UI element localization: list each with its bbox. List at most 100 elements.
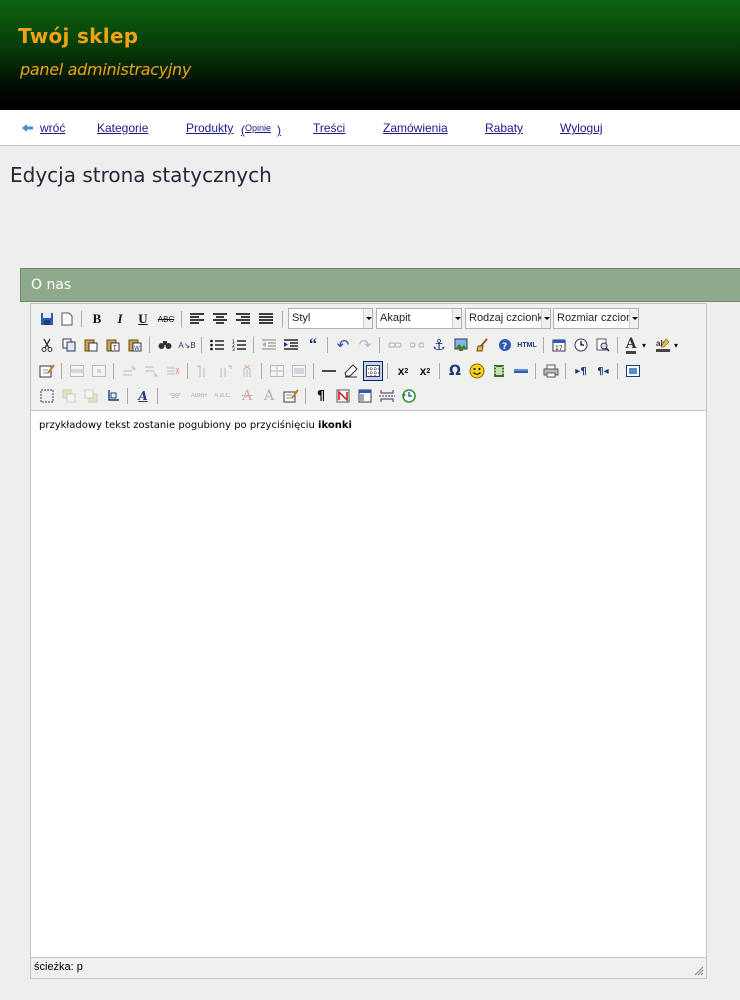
horizontal-rule-icon[interactable] <box>319 361 339 381</box>
paste-icon[interactable] <box>81 335 101 355</box>
align-left-icon[interactable] <box>187 309 207 329</box>
link-icon[interactable] <box>385 335 405 355</box>
toolbar-separator <box>543 337 544 353</box>
template-icon[interactable] <box>355 386 375 406</box>
attribs-icon[interactable] <box>281 386 301 406</box>
underline-icon[interactable]: U <box>133 309 153 329</box>
find-icon[interactable] <box>155 335 175 355</box>
unlink-icon[interactable] <box>407 335 427 355</box>
visual-chars-icon[interactable]: ¶ <box>311 386 331 406</box>
font-family-select[interactable]: Rodzaj czcionki <box>465 308 551 329</box>
replace-icon[interactable]: A↘B <box>177 335 197 355</box>
paste-word-icon[interactable]: W <box>125 335 145 355</box>
nav-orders[interactable]: Zamówienia <box>383 121 448 135</box>
print-icon[interactable] <box>541 361 561 381</box>
help-icon[interactable]: ? <box>495 335 515 355</box>
abbr-icon[interactable]: ABBR <box>187 386 211 406</box>
table-row-props-icon[interactable] <box>67 361 87 381</box>
del-icon[interactable]: A <box>237 386 257 406</box>
absolute-icon[interactable] <box>103 386 123 406</box>
editor-content-area[interactable]: przykładowy tekst zostanie pogubiony po … <box>31 410 706 958</box>
row-after-icon[interactable] <box>141 361 161 381</box>
bold-icon[interactable]: B <box>87 309 107 329</box>
blockquote-icon[interactable]: “ <box>303 335 323 355</box>
paste-text-icon[interactable]: T <box>103 335 123 355</box>
cut-icon[interactable] <box>37 335 57 355</box>
restore-draft-icon[interactable] <box>399 386 419 406</box>
html-icon[interactable]: HTML <box>515 335 539 355</box>
new-document-icon[interactable] <box>57 309 77 329</box>
delete-col-icon[interactable] <box>237 361 257 381</box>
visual-aid-icon[interactable] <box>363 361 383 381</box>
split-cells-icon[interactable] <box>267 361 287 381</box>
col-before-icon[interactable] <box>193 361 213 381</box>
subscript-icon[interactable]: x2 <box>393 361 413 381</box>
resize-grip-icon[interactable] <box>694 966 704 976</box>
toolbar-row-3: x2 x2 Ω ▸¶ ¶◂ <box>35 359 705 383</box>
merge-cells-icon[interactable] <box>289 361 309 381</box>
remove-format-icon[interactable] <box>341 361 361 381</box>
advanced-hr-icon[interactable] <box>511 361 531 381</box>
move-forward-icon[interactable] <box>59 386 79 406</box>
styleprops-icon[interactable]: A <box>133 386 153 406</box>
format-select[interactable]: Akapit <box>376 308 462 329</box>
copy-icon[interactable] <box>59 335 79 355</box>
rich-text-editor: B I U ABC Styl Akapit Rodzaj czcionki Ro… <box>30 303 707 979</box>
nav-logout[interactable]: Wyloguj <box>560 121 603 135</box>
chevron-down-icon[interactable]: ▾ <box>671 335 681 355</box>
style-select-value: Styl <box>292 312 311 324</box>
bullet-list-icon[interactable] <box>207 335 227 355</box>
chevron-down-icon[interactable]: ▾ <box>639 335 649 355</box>
ins-icon[interactable]: A <box>259 386 279 406</box>
page-title: Edycja strona statycznych <box>10 163 272 187</box>
special-char-icon[interactable]: Ω <box>445 361 465 381</box>
insert-date-icon[interactable]: 17 <box>549 335 569 355</box>
strikethrough-icon[interactable]: ABC <box>156 309 176 329</box>
align-right-icon[interactable] <box>233 309 253 329</box>
italic-icon[interactable]: I <box>110 309 130 329</box>
insert-layer-icon[interactable] <box>37 386 57 406</box>
cleanup-icon[interactable] <box>473 335 493 355</box>
nav-products[interactable]: Produkty <box>186 121 233 135</box>
media-icon[interactable] <box>489 361 509 381</box>
insert-time-icon[interactable] <box>571 335 591 355</box>
rtl-icon[interactable]: ¶◂ <box>593 361 613 381</box>
nav-discounts[interactable]: Rabaty <box>485 121 523 135</box>
nav-back-link[interactable]: wróć <box>40 121 65 135</box>
style-select[interactable]: Styl <box>288 308 373 329</box>
align-justify-icon[interactable] <box>256 309 276 329</box>
indent-icon[interactable] <box>281 335 301 355</box>
nav-categories[interactable]: Kategorie <box>97 121 148 135</box>
preview-icon[interactable] <box>593 335 613 355</box>
background-color-icon[interactable]: ab <box>653 335 673 355</box>
emoticon-icon[interactable] <box>467 361 487 381</box>
text-color-icon[interactable]: A <box>621 335 641 355</box>
numbered-list-icon[interactable]: 123 <box>229 335 249 355</box>
image-icon[interactable] <box>451 335 471 355</box>
col-after-icon[interactable] <box>215 361 235 381</box>
save-icon[interactable] <box>37 309 57 329</box>
align-center-icon[interactable] <box>210 309 230 329</box>
superscript-icon[interactable]: x2 <box>415 361 435 381</box>
ltr-icon[interactable]: ▸¶ <box>571 361 591 381</box>
back-arrow-icon[interactable] <box>22 124 34 132</box>
nav-reviews[interactable]: Opinie <box>245 123 271 133</box>
font-size-select-value: Rozmiar czcionki <box>557 312 639 324</box>
anchor-icon[interactable]: ⚓ <box>429 335 449 355</box>
fullscreen-icon[interactable] <box>623 361 643 381</box>
font-size-select[interactable]: Rozmiar czcionki <box>553 308 639 329</box>
redo-icon[interactable]: ↷ <box>355 335 375 355</box>
table-cell-props-icon[interactable] <box>89 361 109 381</box>
edit-css-icon[interactable] <box>37 361 57 381</box>
outdent-icon[interactable] <box>259 335 279 355</box>
nav-content[interactable]: Treści <box>313 121 345 135</box>
row-before-icon[interactable] <box>119 361 139 381</box>
acronym-icon[interactable]: A.B.C. <box>211 386 235 406</box>
delete-row-icon[interactable] <box>163 361 183 381</box>
cite-icon[interactable]: “99” <box>163 386 187 406</box>
move-backward-icon[interactable] <box>81 386 101 406</box>
undo-icon[interactable]: ↶ <box>333 335 353 355</box>
pagebreak-icon[interactable] <box>377 386 397 406</box>
nonbreaking-icon[interactable] <box>333 386 353 406</box>
toolbar-row-1: B I U ABC Styl Akapit Rodzaj czcionki Ro… <box>35 307 705 331</box>
